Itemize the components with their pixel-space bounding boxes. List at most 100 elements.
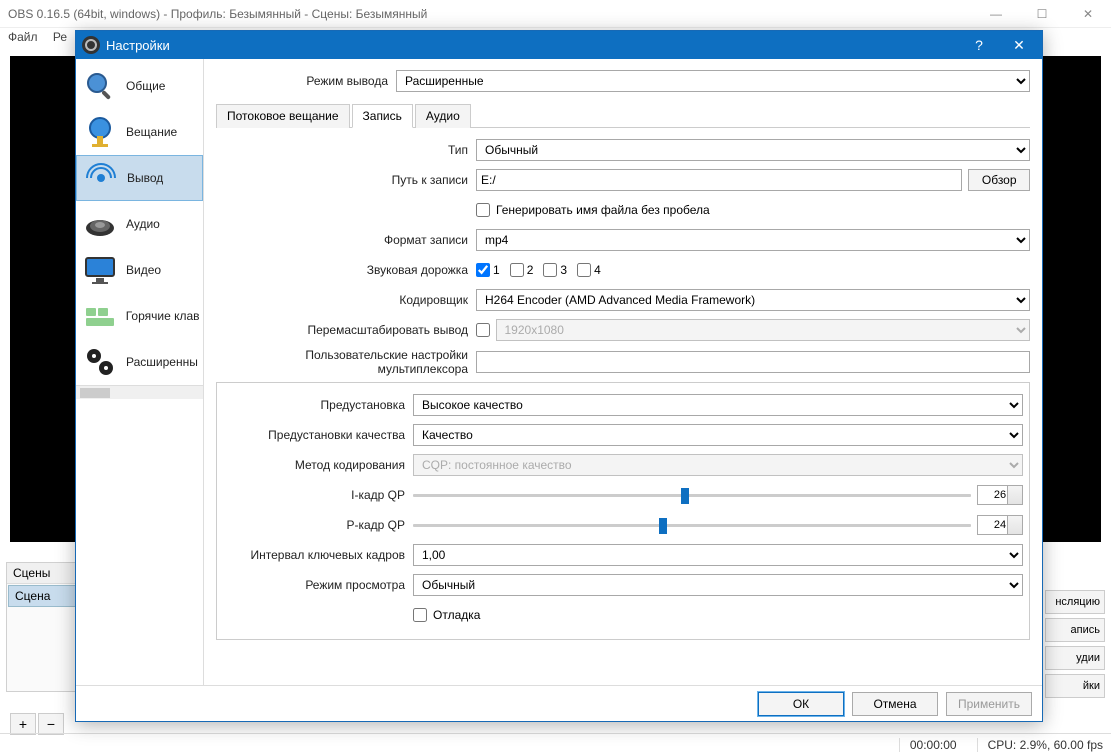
settings-dialog: Настройки ? ✕ Общие Вещание xyxy=(75,30,1043,722)
obs-logo-icon xyxy=(82,36,100,54)
row-debug: Отладка xyxy=(223,603,1023,627)
row-pqp: P-кадр QP 24 xyxy=(223,513,1023,537)
iqp-spinner[interactable]: 26 xyxy=(977,485,1023,505)
track-2[interactable]: 2 xyxy=(510,263,534,277)
menu-file[interactable]: Файл xyxy=(8,30,38,44)
sidebar-label: Горячие клав xyxy=(126,309,199,323)
monitor-icon xyxy=(80,250,120,290)
sidebar-item-stream[interactable]: Вещание xyxy=(76,109,203,155)
add-scene-button[interactable]: + xyxy=(10,713,36,735)
slider-thumb[interactable] xyxy=(681,488,689,504)
menu-truncated[interactable]: Ре xyxy=(53,30,67,44)
mux-input[interactable] xyxy=(476,351,1030,373)
sidebar-label: Расширенны xyxy=(126,355,198,369)
record-format-label: Формат записи xyxy=(216,233,476,247)
output-tabs: Потоковое вещание Запись Аудио xyxy=(216,103,1030,128)
viewmode-select[interactable]: Обычный xyxy=(413,574,1023,596)
sidebar-label: Общие xyxy=(126,79,165,93)
track-4[interactable]: 4 xyxy=(577,263,601,277)
track-1[interactable]: 1 xyxy=(476,263,500,277)
sidebar-label: Аудио xyxy=(126,217,160,231)
studio-button[interactable]: удии xyxy=(1045,646,1105,670)
type-select[interactable]: Обычный xyxy=(476,139,1030,161)
sidebar-item-video[interactable]: Видео xyxy=(76,247,203,293)
sidebar-item-general[interactable]: Общие xyxy=(76,63,203,109)
method-label: Метод кодирования xyxy=(223,458,413,472)
sidebar-item-advanced[interactable]: Расширенны xyxy=(76,339,203,385)
globe-icon xyxy=(80,112,120,152)
maximize-icon[interactable]: ☐ xyxy=(1027,7,1057,21)
stream-button[interactable]: нсляцию xyxy=(1045,590,1105,614)
track-4-checkbox[interactable] xyxy=(577,263,591,277)
browse-button[interactable]: Обзор xyxy=(968,169,1030,191)
remove-scene-button[interactable]: − xyxy=(38,713,64,735)
track-3-checkbox[interactable] xyxy=(543,263,557,277)
tab-audio[interactable]: Аудио xyxy=(415,104,471,128)
row-type: Тип Обычный xyxy=(216,138,1030,162)
row-no-space: Генерировать имя файла без пробела xyxy=(216,198,1030,222)
record-format-select[interactable]: mp4 xyxy=(476,229,1030,251)
speaker-icon xyxy=(80,204,120,244)
record-path-label: Путь к записи xyxy=(216,173,476,187)
track-3[interactable]: 3 xyxy=(543,263,567,277)
settings-content: Режим вывода Расширенные Потоковое вещан… xyxy=(204,59,1042,685)
ok-button[interactable]: ОК xyxy=(758,692,844,716)
apply-button[interactable]: Применить xyxy=(946,692,1032,716)
keyint-select[interactable]: 1,00 xyxy=(413,544,1023,566)
scrollbar-thumb[interactable] xyxy=(80,388,110,398)
settings-footer: ОК Отмена Применить xyxy=(76,685,1042,721)
pqp-label: P-кадр QP xyxy=(223,518,413,532)
row-method: Метод кодирования CQP: постоянное качест… xyxy=(223,453,1023,477)
viewmode-label: Режим просмотра xyxy=(223,578,413,592)
sidebar-item-output[interactable]: Вывод xyxy=(76,155,203,201)
sidebar-scrollbar[interactable] xyxy=(76,385,203,399)
debug-checkbox[interactable] xyxy=(413,608,427,622)
rescale-select: 1920x1080 xyxy=(496,319,1031,341)
row-quality-preset: Предустановки качества Качество xyxy=(223,423,1023,447)
settings-button[interactable]: йки xyxy=(1045,674,1105,698)
debug-label: Отладка xyxy=(433,608,480,622)
status-cpu: CPU: 2.9%, 60.00 fps xyxy=(977,738,1103,752)
row-encoder: Кодировщик H264 Encoder (AMD Advanced Me… xyxy=(216,288,1030,312)
row-record-path: Путь к записи Обзор xyxy=(216,168,1030,192)
row-keyint: Интервал ключевых кадров 1,00 xyxy=(223,543,1023,567)
settings-titlebar: Настройки ? ✕ xyxy=(76,31,1042,59)
record-button[interactable]: апись xyxy=(1045,618,1105,642)
settings-title: Настройки xyxy=(106,38,170,53)
iqp-label: I-кадр QP xyxy=(223,488,413,502)
cancel-button[interactable]: Отмена xyxy=(852,692,938,716)
rescale-checkbox[interactable] xyxy=(476,323,490,337)
iqp-slider[interactable] xyxy=(413,494,971,497)
no-space-label: Генерировать имя файла без пробела xyxy=(496,203,710,217)
sidebar-label: Вывод xyxy=(127,171,163,185)
tab-recording[interactable]: Запись xyxy=(352,104,413,128)
encoder-label: Кодировщик xyxy=(216,293,476,307)
encoder-select[interactable]: H264 Encoder (AMD Advanced Media Framewo… xyxy=(476,289,1030,311)
window-controls: — ☐ ✕ xyxy=(981,7,1103,21)
statusbar: 00:00:00 CPU: 2.9%, 60.00 fps xyxy=(0,733,1111,755)
sidebar-item-hotkeys[interactable]: Горячие клав xyxy=(76,293,203,339)
close-dialog-icon[interactable]: ✕ xyxy=(1002,37,1036,54)
preset-select[interactable]: Высокое качество xyxy=(413,394,1023,416)
broadcast-icon xyxy=(81,158,121,198)
no-space-checkbox[interactable] xyxy=(476,203,490,217)
track-1-checkbox[interactable] xyxy=(476,263,490,277)
quality-preset-select[interactable]: Качество xyxy=(413,424,1023,446)
row-output-mode: Режим вывода Расширенные xyxy=(216,69,1030,93)
pqp-spinner[interactable]: 24 xyxy=(977,515,1023,535)
slider-thumb[interactable] xyxy=(659,518,667,534)
tab-streaming[interactable]: Потоковое вещание xyxy=(216,104,350,128)
help-icon[interactable]: ? xyxy=(962,37,996,54)
sidebar-label: Видео xyxy=(126,263,161,277)
main-window: OBS 0.16.5 (64bit, windows) - Профиль: Б… xyxy=(0,0,1111,755)
record-path-input[interactable] xyxy=(476,169,962,191)
track-2-checkbox[interactable] xyxy=(510,263,524,277)
close-icon[interactable]: ✕ xyxy=(1073,7,1103,21)
keyboard-icon xyxy=(80,296,120,336)
row-mux: Пользовательские настройки мультиплексор… xyxy=(216,348,1030,376)
output-mode-select[interactable]: Расширенные xyxy=(396,70,1030,92)
sidebar-item-audio[interactable]: Аудио xyxy=(76,201,203,247)
gears-icon xyxy=(80,342,120,382)
pqp-slider[interactable] xyxy=(413,524,971,527)
minimize-icon[interactable]: — xyxy=(981,7,1011,21)
